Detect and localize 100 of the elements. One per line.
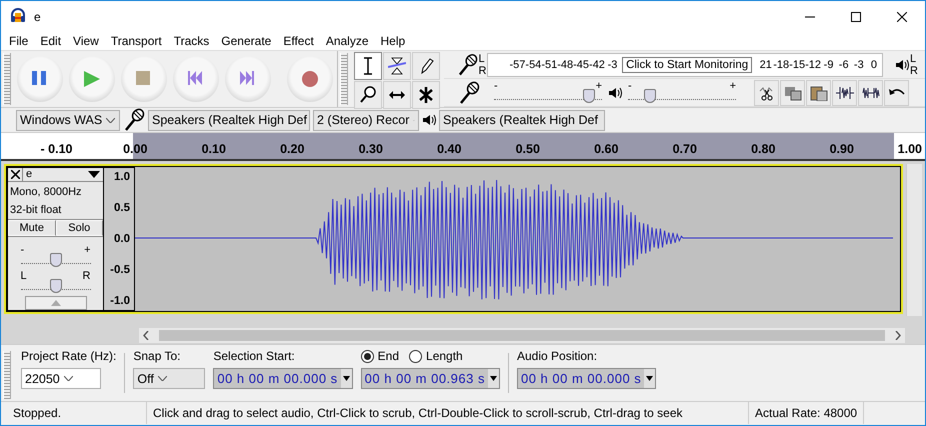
channel-label: R xyxy=(478,64,486,76)
timeshift-tool[interactable] xyxy=(383,81,411,109)
pause-button[interactable] xyxy=(17,56,63,102)
track-toggle-button[interactable]: Solo xyxy=(56,220,103,236)
menu-item[interactable]: File xyxy=(3,34,34,48)
toolbar-grip[interactable] xyxy=(3,53,11,105)
meter-scale-label: -3 xyxy=(606,58,618,70)
microphone-icon xyxy=(458,80,480,104)
playback-volume-slider[interactable]: - + xyxy=(628,82,736,102)
ruler-label: 0.10 xyxy=(200,142,227,156)
clipboard-icon xyxy=(810,84,828,100)
menu-item[interactable]: Tracks xyxy=(168,34,216,48)
magnifier-icon xyxy=(359,85,377,105)
channel-label: R xyxy=(910,64,918,76)
radio-button[interactable] xyxy=(360,350,374,362)
zoom-tool[interactable] xyxy=(354,81,382,109)
meter-scale-label: -15 xyxy=(789,58,806,70)
headphones-icon xyxy=(10,7,26,23)
time-field[interactable]: 00 h 00 m 00.000 s xyxy=(213,368,353,389)
time-field[interactable]: 00 h 00 m 00.000 s xyxy=(516,368,656,389)
scissors-icon xyxy=(758,84,776,100)
horizontal-scrollbar[interactable] xyxy=(139,328,905,343)
scale-label: 0.0 xyxy=(114,233,130,245)
recording-device-dropdown[interactable]: Speakers (Realtek High Def xyxy=(148,110,310,130)
radio-label[interactable]: End xyxy=(378,349,400,363)
snap-to-dropdown[interactable]: Off xyxy=(133,368,206,389)
status-text: Stopped. xyxy=(1,402,147,424)
ruler-label: 0.30 xyxy=(358,142,384,156)
gain-slider[interactable]: - + xyxy=(20,246,90,263)
menu-item[interactable]: Help xyxy=(374,34,412,48)
trim-button[interactable] xyxy=(832,80,857,106)
toolbar-grip[interactable] xyxy=(340,53,348,105)
paste-button[interactable] xyxy=(806,80,831,106)
field-label: Project Rate (Hz): xyxy=(21,349,116,363)
silence-button[interactable] xyxy=(858,80,883,106)
track-name-menu[interactable]: e xyxy=(23,168,103,181)
menu-item[interactable]: Analyze xyxy=(320,34,375,48)
undo-button[interactable] xyxy=(884,80,909,106)
envelope-tool[interactable] xyxy=(383,52,411,80)
trim-icon xyxy=(836,84,854,100)
project-rate-dropdown[interactable]: 22050 xyxy=(21,368,101,389)
microphone-icon xyxy=(456,52,478,76)
menu-item[interactable]: Transport xyxy=(104,34,168,48)
caret-icon xyxy=(158,376,167,381)
meter-scale-label: -12 xyxy=(805,58,821,70)
speaker-icon xyxy=(608,86,622,100)
copy-button[interactable] xyxy=(780,80,805,106)
pause-icon xyxy=(32,71,48,87)
track-info: Mono, 8000Hz xyxy=(9,184,83,200)
cut-button[interactable] xyxy=(754,80,779,106)
skip-start-button[interactable] xyxy=(173,56,219,102)
scale-label: -0.5 xyxy=(110,264,130,276)
ruler-label: 0.70 xyxy=(672,142,698,156)
close-track-button[interactable] xyxy=(8,168,23,181)
select-tool[interactable] xyxy=(354,52,382,80)
slider-thumb[interactable] xyxy=(50,252,62,267)
ruler-label: - 0.10 xyxy=(40,142,74,156)
window-title: e xyxy=(34,10,42,24)
triangle-icon xyxy=(88,170,100,178)
record-button[interactable] xyxy=(287,56,333,102)
radio-label[interactable]: Length xyxy=(426,349,463,363)
track-toggle-button[interactable]: Mute xyxy=(8,220,56,236)
slider-thumb[interactable] xyxy=(644,88,656,102)
menu-item[interactable]: Generate xyxy=(215,34,278,48)
stop-icon xyxy=(136,71,152,87)
ruler-label: 1.00 xyxy=(896,142,923,156)
host-dropdown[interactable]: Windows WAS xyxy=(16,110,120,130)
recording-volume-slider[interactable]: - + xyxy=(494,82,602,102)
meter-scale-label: -48 xyxy=(557,58,574,70)
play-button[interactable] xyxy=(69,56,115,102)
meter-scale-label: -9 xyxy=(822,58,834,70)
skip-end-button[interactable] xyxy=(225,56,271,102)
menu-item[interactable]: View xyxy=(67,34,105,48)
max-label: + xyxy=(84,244,90,256)
pan-slider[interactable]: L R xyxy=(20,272,90,290)
collapse-button[interactable] xyxy=(24,296,86,310)
min-label: - xyxy=(494,80,498,92)
caret-icon xyxy=(342,376,350,381)
vertical-scrollbar[interactable] xyxy=(906,164,922,316)
menu-item[interactable]: Effect xyxy=(277,34,320,48)
caret-icon xyxy=(490,376,497,381)
slider-thumb[interactable] xyxy=(583,88,596,102)
tooltip: Click to Start Monitoring xyxy=(622,56,752,72)
ruler-label: 0.40 xyxy=(436,142,462,156)
level-meter[interactable]: -57-54-51-48-45-42 -3 Click to Start Monitoring 21-18-15-12 -9 -6 -3 0 xyxy=(486,52,882,76)
channel-label: L xyxy=(910,52,918,64)
radio-button[interactable] xyxy=(409,350,422,362)
playback-device-dropdown[interactable]: Speakers (Realtek High Def xyxy=(439,110,605,130)
triangle-icon xyxy=(50,300,60,306)
draw-tool[interactable] xyxy=(412,52,440,80)
menu-item[interactable]: Edit xyxy=(34,34,68,48)
multi-tool[interactable] xyxy=(412,81,440,109)
time-field[interactable]: 00 h 00 m 00.963 s xyxy=(360,368,500,389)
slider-thumb[interactable] xyxy=(50,278,62,293)
meter-scale-label: -54 xyxy=(525,58,542,70)
toolbar-grip[interactable] xyxy=(3,351,11,399)
channel-label: L xyxy=(478,52,486,64)
max-label: + xyxy=(596,80,602,92)
speaker-icon xyxy=(422,113,436,127)
channels-dropdown[interactable]: 2 (Stereo) Recor xyxy=(313,110,419,130)
